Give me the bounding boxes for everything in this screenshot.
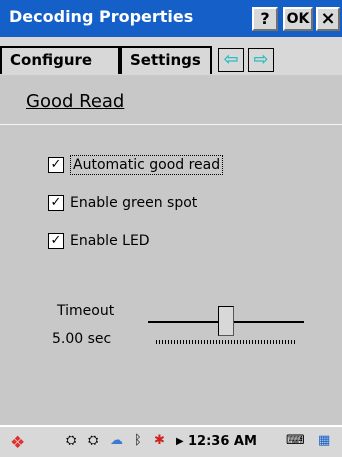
window-switch-icon[interactable]: ▦: [318, 433, 330, 448]
checkbox-enable-led-label: Enable LED: [70, 233, 150, 249]
checkbox-automatic-good-read-label: Automatic good read: [70, 155, 224, 175]
timeout-slider[interactable]: [148, 306, 306, 346]
checkbox-enable-green-spot-box[interactable]: ✓: [48, 195, 64, 211]
tab-scroll-right-button[interactable]: ⇨: [248, 48, 274, 72]
clock[interactable]: 12:36 AM: [188, 434, 257, 449]
window-title: Decoding Properties: [9, 7, 194, 26]
connection-icon[interactable]: ☁: [110, 433, 123, 448]
bluetooth-icon[interactable]: ᛒ: [134, 433, 142, 448]
tab-scroll-left-button[interactable]: ⇦: [218, 48, 244, 72]
network-icon[interactable]: ⛭: [66, 433, 76, 448]
checkbox-enable-green-spot-label: Enable green spot: [70, 195, 198, 211]
power-icon[interactable]: ✱: [154, 433, 165, 448]
arrow-icon[interactable]: ▶: [176, 436, 184, 447]
slider-ticks: [156, 340, 296, 344]
help-button[interactable]: ?: [252, 7, 278, 31]
checkbox-enable-led-box[interactable]: ✓: [48, 233, 64, 249]
checkbox-enable-led[interactable]: ✓ Enable LED: [48, 230, 150, 252]
slider-thumb[interactable]: [218, 306, 234, 336]
keyboard-icon[interactable]: ⌨: [286, 433, 305, 448]
title-bar: Decoding Properties ? OK ×: [0, 0, 342, 37]
checkbox-automatic-good-read[interactable]: ✓ Automatic good read: [48, 154, 224, 176]
section-divider: [0, 124, 342, 125]
close-button[interactable]: ×: [316, 7, 340, 31]
tab-configure[interactable]: Configure: [0, 46, 120, 74]
timeout-label: Timeout: [57, 303, 115, 319]
checkbox-enable-green-spot[interactable]: ✓ Enable green spot: [48, 192, 197, 214]
start-icon[interactable]: ❖: [10, 433, 25, 453]
taskbar: ❖ ⛭ ⛭ ☁ ᛒ ✱ ▶ 12:36 AM ⌨ ▦: [0, 425, 342, 457]
network-2-icon[interactable]: ⛭: [88, 433, 98, 448]
timeout-value: 5.00 sec: [52, 331, 112, 347]
settings-panel: Good Read ✓ Automatic good read ✓ Enable…: [0, 75, 342, 425]
ok-button[interactable]: OK: [283, 7, 313, 31]
checkbox-automatic-good-read-box[interactable]: ✓: [48, 157, 64, 173]
tab-strip: Configure Settings ⇦ ⇨: [0, 37, 342, 75]
section-title: Good Read: [26, 91, 125, 112]
tab-settings[interactable]: Settings: [120, 46, 212, 74]
